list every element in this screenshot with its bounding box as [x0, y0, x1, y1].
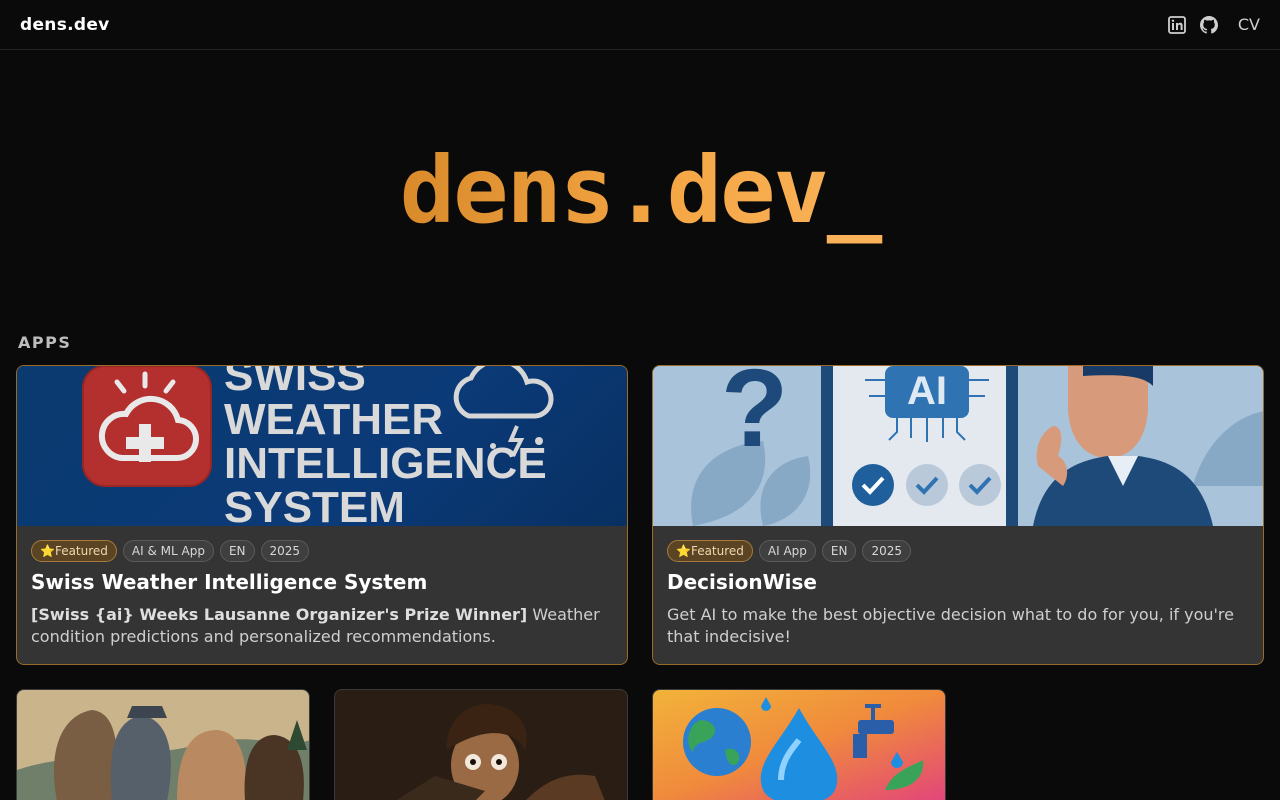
hero-cursor: _: [826, 136, 882, 244]
top-navbar: dens.dev CV: [0, 0, 1280, 50]
faces-illustration: [17, 690, 309, 800]
card-image-decisionwise: ? AI: [653, 366, 1263, 526]
tag-list: ⭐Featured AI App EN 2025: [667, 540, 1249, 562]
decisionwise-illustration: ? AI: [653, 366, 1263, 526]
tag-year: 2025: [862, 540, 912, 562]
card-body: ⭐Featured AI & ML App EN 2025 Swiss Weat…: [17, 526, 627, 664]
brand-logo[interactable]: dens.dev: [20, 15, 110, 35]
tag-featured: ⭐Featured: [31, 540, 117, 562]
hero-title-tld: dev: [666, 136, 827, 244]
swiss-weather-image-text: SWISS WEATHER INTELLIGENCE SYSTEM: [224, 366, 547, 526]
section-heading-apps: APPS: [18, 333, 72, 352]
reader-illustration: [335, 690, 627, 800]
card-description: Get AI to make the best objective decisi…: [667, 605, 1234, 646]
app-card-swiss-weather[interactable]: SWISS WEATHER INTELLIGENCE SYSTEM ⭐Featu…: [16, 365, 628, 665]
app-card-water[interactable]: [652, 689, 946, 800]
nav-links: CV: [1167, 15, 1260, 34]
tag-category: AI & ML App: [122, 540, 214, 562]
card-image-swiss-weather: SWISS WEATHER INTELLIGENCE SYSTEM: [17, 366, 627, 526]
card-title[interactable]: DecisionWise: [667, 570, 1249, 594]
card-award: [Swiss {ai} Weeks Lausanne Organizer's P…: [31, 605, 528, 624]
image-text-line: SYSTEM: [224, 483, 405, 527]
image-text-line: WEATHER: [224, 395, 444, 444]
hero-title-name: dens: [399, 136, 614, 244]
cv-link[interactable]: CV: [1238, 15, 1260, 34]
app-card-faces[interactable]: [16, 689, 310, 800]
tag-language: EN: [821, 540, 857, 562]
linkedin-icon[interactable]: [1167, 15, 1186, 34]
card-body: ⭐Featured AI App EN 2025 DecisionWise Ge…: [653, 526, 1263, 664]
card-title[interactable]: Swiss Weather Intelligence System: [31, 570, 613, 594]
water-illustration: [653, 690, 945, 800]
hero-title-dot: .: [613, 136, 667, 244]
app-card-decisionwise[interactable]: ? AI ⭐Featured AI App EN 2025 DecisionWi…: [652, 365, 1264, 665]
tag-featured: ⭐Featured: [667, 540, 753, 562]
ai-chip-label: AI: [907, 369, 947, 413]
image-text-line: INTELLIGENCE: [224, 439, 547, 488]
tag-language: EN: [219, 540, 255, 562]
tag-list: ⭐Featured AI & ML App EN 2025: [31, 540, 613, 562]
question-mark-icon: ?: [721, 366, 788, 470]
app-card-reader[interactable]: [334, 689, 628, 800]
github-icon[interactable]: [1199, 15, 1218, 34]
image-text-line: SWISS: [224, 366, 366, 400]
hero-title: dens.dev_: [399, 136, 882, 244]
tag-year: 2025: [260, 540, 310, 562]
card-description: [Swiss {ai} Weeks Lausanne Organizer's P…: [31, 604, 613, 648]
hero: dens.dev_: [0, 130, 1280, 250]
tag-category: AI App: [758, 540, 816, 562]
